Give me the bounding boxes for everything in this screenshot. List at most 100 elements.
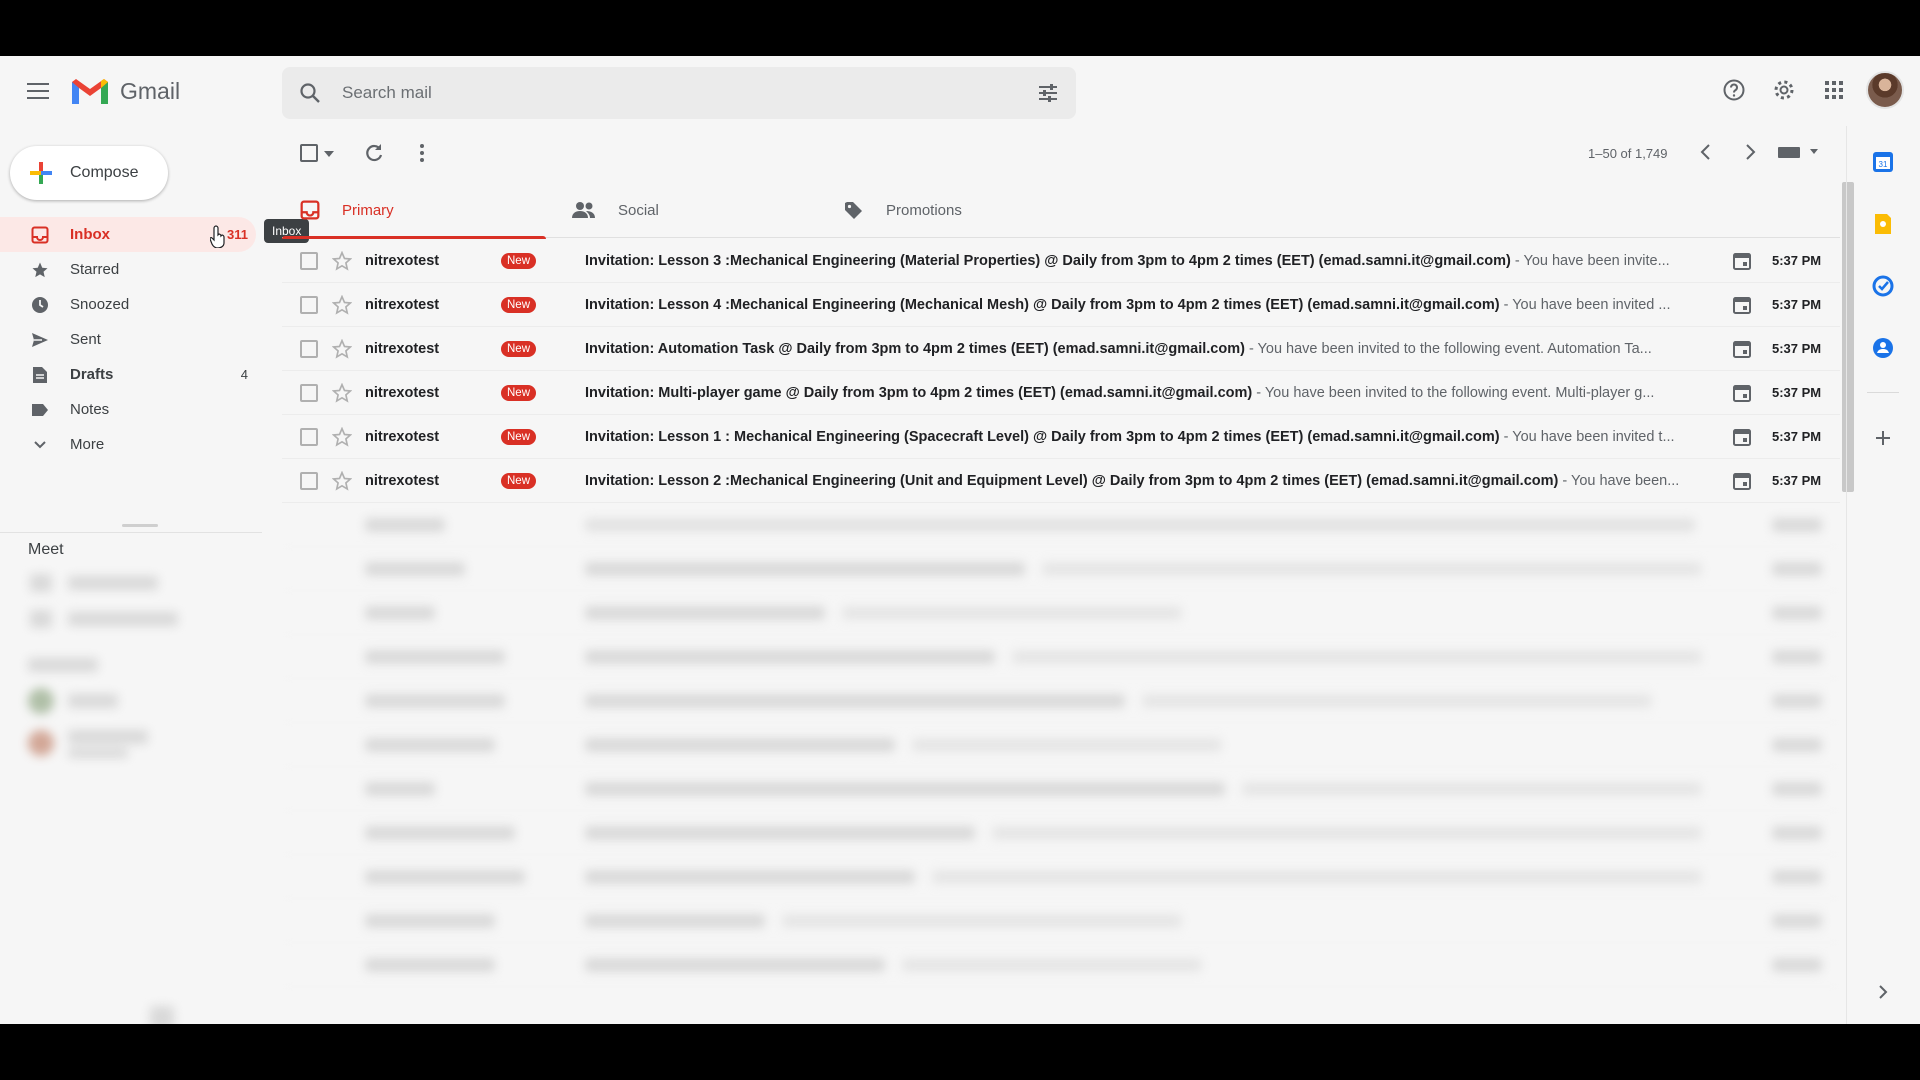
calendar-event-icon[interactable] xyxy=(1732,383,1752,403)
search-icon[interactable] xyxy=(298,81,322,105)
settings-gear-icon[interactable] xyxy=(1766,72,1802,108)
more-vert-icon[interactable] xyxy=(410,141,434,165)
tab-primary[interactable]: Primary xyxy=(282,182,546,239)
account-avatar[interactable] xyxy=(1866,71,1904,109)
sidebar-resize-handle[interactable] xyxy=(122,524,158,527)
row-checkbox[interactable] xyxy=(300,251,318,270)
nav-item-notes[interactable]: Notes xyxy=(0,392,256,427)
email-subject: Invitation: Lesson 3 :Mechanical Enginee… xyxy=(585,252,1511,269)
email-sender: nitrexotest xyxy=(365,428,440,445)
star-outline-icon[interactable] xyxy=(332,251,352,271)
email-row[interactable]: nitrexotest New Invitation: Lesson 3 :Me… xyxy=(282,239,1840,283)
new-badge: New xyxy=(501,472,537,489)
email-row[interactable]: nitrexotest New Invitation: Automation T… xyxy=(282,327,1840,371)
contacts-app-icon[interactable] xyxy=(1871,336,1895,360)
gmail-logo[interactable]: Gmail xyxy=(70,73,180,109)
chevron-right-icon[interactable] xyxy=(1871,980,1895,1004)
new-badge: New xyxy=(501,384,537,401)
star-outline-icon[interactable] xyxy=(332,295,352,315)
top-bar: Gmail xyxy=(0,56,1920,126)
row-checkbox[interactable] xyxy=(300,471,318,490)
row-checkbox[interactable] xyxy=(300,383,318,402)
email-sender: nitrexotest xyxy=(365,472,440,489)
nav-label-notes: Notes xyxy=(70,401,110,418)
calendar-event-icon[interactable] xyxy=(1732,427,1752,447)
nav-item-snoozed[interactable]: Snoozed xyxy=(0,287,256,322)
star-outline-icon[interactable] xyxy=(332,427,352,447)
calendar-event-icon[interactable] xyxy=(1732,339,1752,359)
inbox-icon xyxy=(300,200,320,220)
email-time: 5:37 PM xyxy=(1772,473,1822,488)
search-input[interactable] xyxy=(342,67,1002,119)
tab-social[interactable]: Social xyxy=(554,182,818,238)
pagination-label: 1–50 of 1,749 xyxy=(1588,146,1668,161)
nav-label-drafts: Drafts xyxy=(70,366,114,383)
email-content: Invitation: Lesson 3 :Mechanical Enginee… xyxy=(585,253,1715,269)
nav-item-drafts[interactable]: Drafts 4 xyxy=(0,357,256,392)
email-time: 5:37 PM xyxy=(1772,253,1822,268)
keep-app-icon[interactable] xyxy=(1871,212,1895,236)
nav-label-more: More xyxy=(70,436,105,453)
tasks-app-icon[interactable] xyxy=(1871,274,1895,298)
list-toolbar: 1–50 of 1,749 xyxy=(282,126,1842,182)
email-snippet: - You have been invite... xyxy=(1510,252,1670,269)
new-badge: New xyxy=(501,252,537,269)
nav-item-starred[interactable]: Starred xyxy=(0,252,256,287)
calendar-app-icon[interactable]: 31 xyxy=(1871,150,1895,174)
select-all-checkbox[interactable] xyxy=(300,144,318,162)
category-tabs: Primary Social Promotions xyxy=(282,182,1840,239)
draft-icon xyxy=(30,365,50,385)
mouse-cursor-icon xyxy=(210,225,225,248)
gmail-window: Gmail Compose I xyxy=(0,56,1920,1024)
email-time: 5:37 PM xyxy=(1772,429,1822,444)
chevron-right-icon[interactable] xyxy=(1738,140,1762,164)
email-snippet: - You have been invited ... xyxy=(1499,296,1671,313)
calendar-event-icon[interactable] xyxy=(1732,251,1752,271)
row-checkbox[interactable] xyxy=(300,295,318,314)
new-badge: New xyxy=(501,340,537,357)
side-panel-divider xyxy=(1867,392,1899,393)
calendar-event-icon[interactable] xyxy=(1732,471,1752,491)
email-row[interactable]: nitrexotest New Invitation: Lesson 1 : M… xyxy=(282,415,1840,459)
tab-promotions-label: Promotions xyxy=(886,201,962,219)
star-outline-icon[interactable] xyxy=(332,471,352,491)
row-checkbox[interactable] xyxy=(300,339,318,358)
add-addon-plus-icon[interactable] xyxy=(1871,426,1895,450)
meet-heading: Meet xyxy=(28,541,64,558)
star-outline-icon[interactable] xyxy=(332,339,352,359)
select-caret-icon[interactable] xyxy=(324,151,334,157)
search-options-icon[interactable] xyxy=(1036,81,1060,105)
main-menu-icon[interactable] xyxy=(20,73,56,109)
refresh-icon[interactable] xyxy=(362,141,386,165)
calendar-event-icon[interactable] xyxy=(1732,295,1752,315)
star-outline-icon[interactable] xyxy=(332,383,352,403)
chevron-left-icon[interactable] xyxy=(1694,140,1718,164)
email-content: Invitation: Multi-player game @ Daily fr… xyxy=(585,385,1715,401)
email-row[interactable]: nitrexotest New Invitation: Multi-player… xyxy=(282,371,1840,415)
nav-item-more[interactable]: More xyxy=(0,427,256,462)
email-subject: Invitation: Automation Task @ Daily from… xyxy=(585,340,1245,357)
email-snippet: - You have been invited t... xyxy=(1499,428,1675,445)
email-subject: Invitation: Lesson 2 :Mechanical Enginee… xyxy=(585,472,1559,489)
row-checkbox[interactable] xyxy=(300,427,318,446)
tab-promotions[interactable]: Promotions xyxy=(826,182,1090,238)
app-name: Gmail xyxy=(120,77,181,104)
nav-item-sent[interactable]: Sent xyxy=(0,322,256,357)
account-controls xyxy=(1716,71,1904,109)
email-content: Invitation: Lesson 2 :Mechanical Enginee… xyxy=(585,473,1715,489)
help-icon[interactable] xyxy=(1716,72,1752,108)
email-subject: Invitation: Lesson 4 :Mechanical Enginee… xyxy=(585,296,1500,313)
email-subject: Invitation: Multi-player game @ Daily fr… xyxy=(585,384,1253,401)
email-row[interactable]: nitrexotest New Invitation: Lesson 2 :Me… xyxy=(282,459,1840,503)
email-time: 5:37 PM xyxy=(1772,341,1822,356)
compose-plus-icon xyxy=(30,162,52,184)
email-list: nitrexotest New Invitation: Lesson 3 :Me… xyxy=(282,239,1840,503)
inbox-icon xyxy=(30,225,50,245)
apps-grid-icon[interactable] xyxy=(1816,72,1852,108)
inbox-count: 311 xyxy=(227,227,248,242)
search-bar[interactable] xyxy=(282,67,1076,119)
keyboard-icon[interactable] xyxy=(1776,140,1820,164)
email-content: Invitation: Automation Task @ Daily from… xyxy=(585,341,1715,357)
compose-button[interactable]: Compose xyxy=(10,146,168,200)
email-row[interactable]: nitrexotest New Invitation: Lesson 4 :Me… xyxy=(282,283,1840,327)
